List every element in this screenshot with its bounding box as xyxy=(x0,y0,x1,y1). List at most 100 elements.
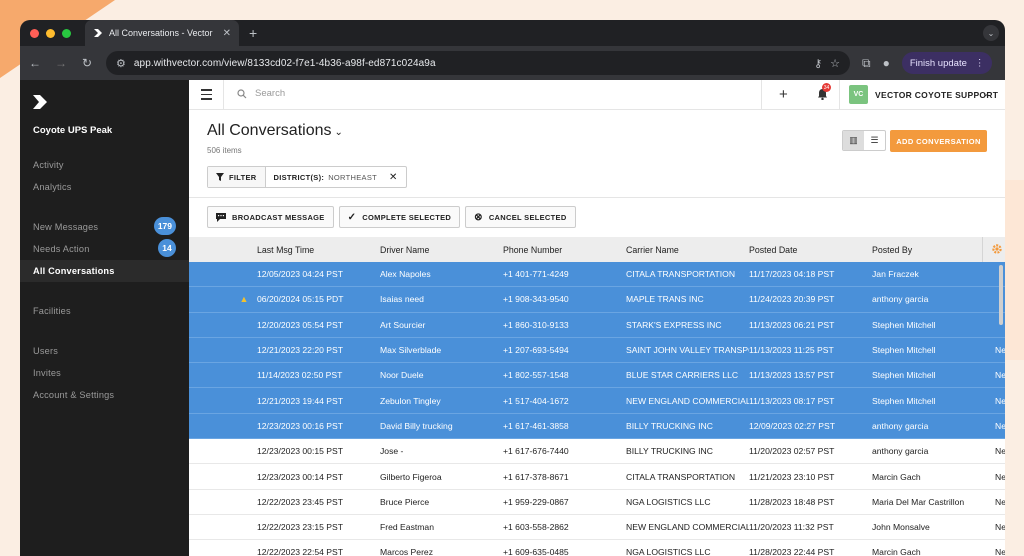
cell-posted-by: anthony garcia xyxy=(872,294,929,305)
sidebar-item-new-messages[interactable]: New Messages xyxy=(33,222,98,232)
column-header-posted-date[interactable]: Posted Date xyxy=(749,245,872,255)
cell-carrier-name: STARK'S EXPRESS INC xyxy=(626,319,722,330)
tab-search-button[interactable]: ⌄ xyxy=(983,25,999,41)
sidebar-item-facilities[interactable]: Facilities xyxy=(33,306,71,316)
close-tab-icon[interactable]: ✕ xyxy=(223,28,231,39)
cell-overflow: Ne xyxy=(995,547,1005,556)
cell-overflow: Ne xyxy=(995,522,1005,533)
remove-filter-icon[interactable]: ✕ xyxy=(389,172,398,183)
cell-overflow: Ne xyxy=(995,446,1005,457)
column-header-phone-number[interactable]: Phone Number xyxy=(503,245,626,255)
view-toggle: ▥ ☰ xyxy=(842,130,886,151)
cancel-selected-button[interactable]: ⊗ CANCEL SELECTED xyxy=(465,206,576,228)
sidebar-item-all-conversations[interactable]: All Conversations xyxy=(33,266,115,276)
sidebar-item-account-settings[interactable]: Account & Settings xyxy=(33,390,114,400)
browser-tab[interactable]: All Conversations - Vector ✕ xyxy=(85,20,239,46)
hamburger-menu-icon[interactable] xyxy=(201,89,212,103)
table-row[interactable]: 12/23/2023 00:15 PST Jose - +1 617-676-744… xyxy=(189,439,1005,465)
chevron-down-icon[interactable]: ⌄ xyxy=(982,88,990,99)
column-header-carrier-name[interactable]: Carrier Name xyxy=(626,245,749,255)
table-row[interactable]: 12/21/2023 19:44 PST Zebulon Tingley +1 51… xyxy=(189,388,1005,414)
new-messages-badge: 179 xyxy=(153,217,176,235)
cell-last-msg-time: 12/23/2023 00:15 PST xyxy=(257,446,344,457)
cancel-label: CANCEL SELECTED xyxy=(488,212,567,222)
sidebar-item-invites[interactable]: Invites xyxy=(33,368,61,378)
scrollbar[interactable] xyxy=(999,265,1003,325)
cell-carrier-name: CITALA TRANSPORTATION xyxy=(626,269,736,280)
cell-carrier-name: BILLY TRUCKING INC xyxy=(626,446,713,457)
cell-phone-number: +1 617-461-3858 xyxy=(503,420,569,431)
back-arrow-icon[interactable]: ← xyxy=(28,56,42,70)
cell-posted-date: 11/24/2023 20:39 PST xyxy=(749,294,835,305)
page-title-text: All Conversations xyxy=(207,122,332,139)
table-row[interactable]: 12/20/2023 05:54 PST Art Sourcier +1 860-3… xyxy=(189,312,1005,338)
complete-selected-button[interactable]: ✓ COMPLETE SELECTED xyxy=(338,206,461,228)
card-view-icon[interactable]: ▥ xyxy=(843,131,864,150)
search-bar[interactable]: Search xyxy=(237,88,285,99)
cell-carrier-name: NGA LOGISTICS LLC xyxy=(626,547,711,556)
bookmark-star-icon[interactable]: ☆ xyxy=(830,57,840,70)
site-info-icon[interactable]: ⚙ xyxy=(116,57,126,70)
cell-driver-name: Alex Napoles xyxy=(380,269,431,280)
sidebar-item-needs-action[interactable]: Needs Action xyxy=(33,244,90,254)
cell-phone-number: +1 959-229-0867 xyxy=(503,496,569,507)
table-row[interactable]: 12/23/2023 00:14 PST Gilberto Figeroa +1 6… xyxy=(189,464,1005,490)
table-row[interactable]: 12/05/2023 04:24 PST Alex Napoles +1 401-7… xyxy=(189,262,1005,288)
search-input[interactable]: Search xyxy=(255,88,285,99)
cell-phone-number: +1 517-404-1672 xyxy=(503,395,569,406)
cell-phone-number: +1 617-676-7440 xyxy=(503,446,569,457)
table-row[interactable]: 12/22/2023 23:45 PST Bruce Pierce +1 959-2… xyxy=(189,490,1005,515)
vector-logo-icon[interactable] xyxy=(32,94,48,110)
cell-overflow: Ne xyxy=(995,496,1005,507)
cell-posted-date: 11/28/2023 18:48 PST xyxy=(749,496,835,507)
column-header-driver-name[interactable]: Driver Name xyxy=(380,245,503,255)
sidebar-item-users[interactable]: Users xyxy=(33,346,58,356)
cell-posted-date: 11/20/2023 11:32 PST xyxy=(749,522,834,533)
table-row[interactable]: 11/14/2023 02:50 PST Noor Duele +1 802-557… xyxy=(189,363,1005,389)
finish-update-button[interactable]: Finish update ⋮ xyxy=(901,52,993,74)
table-row[interactable]: 12/22/2023 22:54 PST Marcos Perez +1 609-6… xyxy=(189,540,1005,556)
table-row[interactable]: 12/21/2023 22:20 PST Max Silverblade +1 20… xyxy=(189,337,1005,364)
cell-posted-by: Maria Del Mar Castrillon xyxy=(872,496,965,507)
column-header-posted-by[interactable]: Posted By xyxy=(872,245,995,255)
close-window-button[interactable] xyxy=(30,28,39,38)
cell-last-msg-time: 12/22/2023 22:54 PST xyxy=(257,547,344,556)
broadcast-message-button[interactable]: BROADCAST MESSAGE xyxy=(207,206,334,228)
table-row[interactable]: 12/23/2023 00:16 PST David Billy trucking… xyxy=(189,413,1005,440)
list-view-icon[interactable]: ☰ xyxy=(864,131,885,150)
profile-icon[interactable]: ● xyxy=(883,56,890,70)
extensions-icon[interactable]: ⧉ xyxy=(862,56,871,71)
new-tab-button[interactable]: + xyxy=(249,25,257,41)
reload-icon[interactable]: ↻ xyxy=(80,56,94,70)
table-body: 12/05/2023 04:24 PST Alex Napoles +1 401-7… xyxy=(189,262,1005,556)
broadcast-label: BROADCAST MESSAGE xyxy=(232,212,325,222)
add-conversation-button[interactable]: ADD CONVERSATION xyxy=(890,130,987,152)
filter-label: FILTER xyxy=(229,172,257,182)
table-row[interactable]: 12/22/2023 23:15 PST Fred Eastman +1 603-5… xyxy=(189,515,1005,541)
add-icon[interactable]: + xyxy=(779,86,788,103)
filter-chip[interactable]: DISTRICT(S): NORTHEAST ✕ xyxy=(266,172,406,183)
conversations-table: Last Msg Time Driver Name Phone Number C… xyxy=(189,237,1005,556)
password-key-icon[interactable]: ⚷ xyxy=(814,57,822,70)
cell-last-msg-time: 12/23/2023 00:16 PST xyxy=(257,420,344,431)
address-bar[interactable]: ⚙ app.withvector.com/view/8133cd02-f7e1-… xyxy=(106,51,850,75)
forward-arrow-icon[interactable]: → xyxy=(54,56,68,70)
gear-icon[interactable] xyxy=(991,243,1003,255)
divider xyxy=(839,80,840,110)
cell-driver-name: Jose - xyxy=(380,446,404,457)
avatar[interactable]: VC xyxy=(849,85,868,104)
page-title[interactable]: All Conversations ⌄ xyxy=(207,122,343,140)
maximize-window-button[interactable] xyxy=(62,28,71,38)
table-row[interactable]: ▲ 06/20/2024 05:15 PDT Isaias need +1 908-3… xyxy=(189,287,1005,313)
cell-carrier-name: BILLY TRUCKING INC xyxy=(626,420,713,431)
cell-carrier-name: NEW ENGLAND COMMERCIAL xyxy=(626,395,749,406)
cell-driver-name: Fred Eastman xyxy=(380,522,434,533)
filter-button[interactable]: FILTER xyxy=(208,167,266,187)
sidebar-item-activity[interactable]: Activity xyxy=(33,160,64,170)
minimize-window-button[interactable] xyxy=(46,28,55,38)
filter-bar: FILTER DISTRICT(S): NORTHEAST ✕ xyxy=(207,166,407,188)
sidebar-item-analytics[interactable]: Analytics xyxy=(33,182,72,192)
user-name[interactable]: VECTOR COYOTE SUPPORT xyxy=(875,90,998,100)
column-header-last-msg-time[interactable]: Last Msg Time xyxy=(257,245,380,255)
app-topbar: Search + 34 VC VECTOR COYOTE SUPPORT ⌄ xyxy=(189,80,1005,110)
